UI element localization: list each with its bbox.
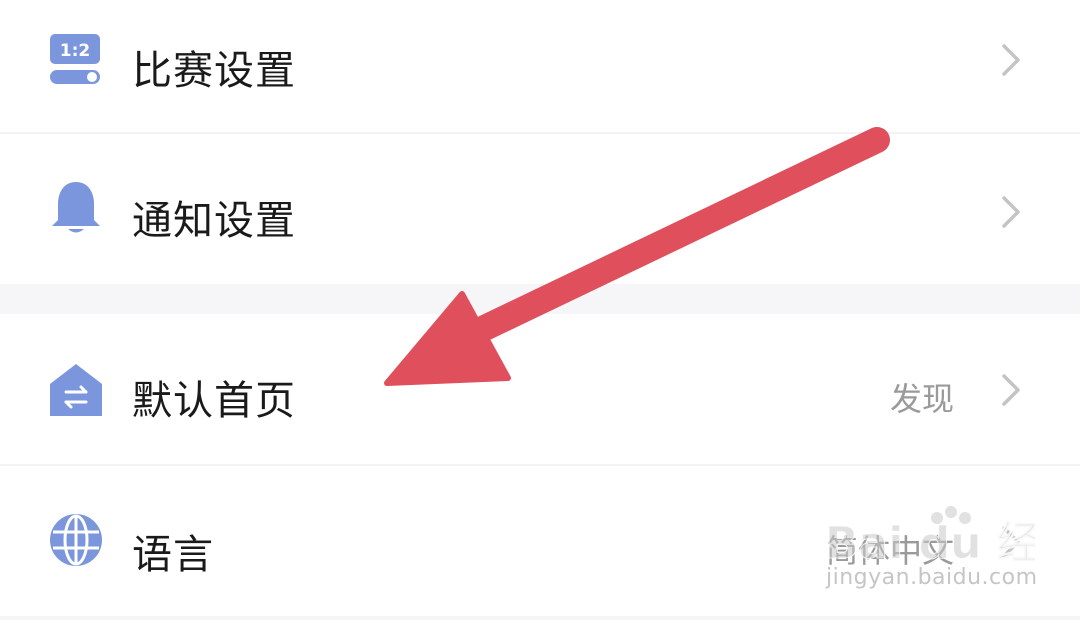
chevron-right-icon	[1002, 374, 1020, 406]
bell-icon	[52, 182, 100, 233]
settings-item-match[interactable]: 1:2 比赛设置	[0, 0, 1080, 132]
settings-screen: 1:2 比赛设置 通知设置 默认首页 发现 语言 简体中文 Bai du 经 j…	[0, 0, 1080, 620]
watermark-url: jingyan.baidu.com	[826, 565, 1038, 590]
settings-item-default-home[interactable]: 默认首页 发现	[0, 314, 1080, 464]
section-gap	[0, 616, 1080, 620]
settings-item-label: 默认首页	[132, 378, 296, 424]
match-icon-text: 1:2	[60, 41, 90, 61]
settings-item-label: 通知设置	[132, 198, 296, 244]
settings-item-label: 比赛设置	[132, 48, 296, 94]
chevron-right-icon	[1002, 196, 1020, 228]
chevron-right-icon	[1002, 44, 1020, 76]
settings-item-label: 语言	[132, 532, 214, 578]
watermark-brand: Bai du 经验	[825, 518, 1035, 569]
settings-item-value: 发现	[890, 380, 955, 418]
section-gap	[0, 284, 1080, 314]
match-ratio-toggle-icon: 1:2	[50, 34, 100, 84]
globe-icon	[50, 514, 102, 566]
home-switch-icon	[50, 364, 102, 416]
settings-item-notification[interactable]: 通知设置	[0, 134, 1080, 284]
